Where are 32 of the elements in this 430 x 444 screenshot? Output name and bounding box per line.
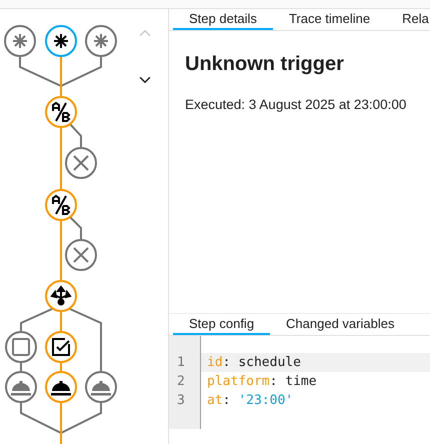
details-title: Unknown trigger bbox=[185, 52, 345, 77]
asterisk-node[interactable] bbox=[85, 25, 117, 57]
split-arrows-node[interactable] bbox=[45, 280, 77, 312]
line-number: 3 bbox=[176, 392, 186, 410]
checkbox-node[interactable] bbox=[45, 331, 77, 363]
executed-text: Executed: 3 August 2025 at 23:00:00 bbox=[185, 96, 408, 114]
ab-node[interactable] bbox=[45, 189, 77, 221]
code-line: platform: time bbox=[206, 373, 318, 391]
line-number: 2 bbox=[176, 373, 186, 391]
cross-node[interactable] bbox=[65, 239, 97, 271]
connector-line bbox=[69, 216, 82, 239]
code-line: at: '23:00' bbox=[206, 392, 294, 410]
connector-line bbox=[20, 308, 52, 331]
connector-line bbox=[70, 308, 102, 371]
tab[interactable]: Rela bbox=[386, 9, 430, 30]
connector-line bbox=[20, 363, 22, 371]
connector-line bbox=[60, 363, 62, 371]
cloche-node[interactable] bbox=[45, 371, 77, 403]
asterisk-node[interactable] bbox=[4, 25, 36, 57]
asterisk-node[interactable] bbox=[45, 25, 77, 57]
connector-line bbox=[60, 128, 62, 189]
ab-node[interactable] bbox=[45, 96, 77, 128]
cloche-node[interactable] bbox=[5, 371, 37, 403]
tab[interactable]: Step details bbox=[173, 9, 273, 30]
tab[interactable]: Trace timeline bbox=[272, 9, 386, 30]
cross-node[interactable] bbox=[65, 147, 97, 179]
connector-line bbox=[60, 312, 62, 331]
tab[interactable]: Changed variables bbox=[270, 314, 410, 335]
connector-line bbox=[69, 123, 82, 147]
connector-line bbox=[60, 221, 62, 280]
line-number: 1 bbox=[176, 354, 186, 372]
cloche-node[interactable] bbox=[85, 371, 117, 403]
